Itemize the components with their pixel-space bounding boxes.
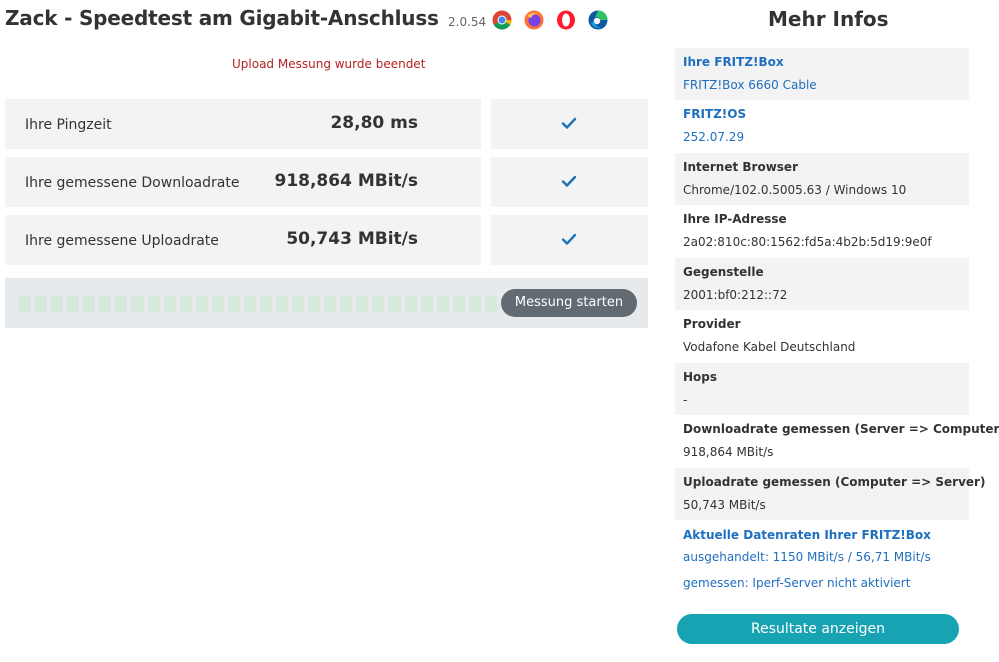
fritzbox-rates-measured[interactable]: gemessen: Iperf-Server nicht aktiviert <box>683 576 910 590</box>
upload-label: Ihre gemessene Uploadrate <box>25 233 219 249</box>
page-title: Zack - Speedtest am Gigabit-Anschluss <box>5 6 439 30</box>
progress-segment <box>115 296 128 312</box>
upload-value: 50,743 MBit/s <box>286 229 418 249</box>
info-title: Mehr Infos <box>768 7 889 31</box>
fritzbox-rates-title[interactable]: Aktuelle Datenraten Ihrer FRITZ!Box <box>683 528 931 542</box>
download-status-cell <box>491 157 648 207</box>
info-value: - <box>683 393 688 407</box>
progress-segment <box>308 296 321 312</box>
info-value: 2a02:810c:80:1562:fd5a:4b2b:5d19:9e0f <box>683 235 932 249</box>
progress-segment <box>404 296 417 312</box>
progress-segment <box>19 296 32 312</box>
info-provider: Provider Vodafone Kabel Deutschland <box>675 310 969 362</box>
upload-status-cell <box>491 215 648 265</box>
checkmark-icon <box>561 117 577 129</box>
firefox-icon[interactable] <box>524 10 544 30</box>
download-value: 918,864 MBit/s <box>274 171 418 191</box>
info-key: Downloadrate gemessen (Server => Compute… <box>683 422 999 436</box>
version-label: 2.0.54 <box>448 15 487 29</box>
progress-segment <box>211 296 224 312</box>
progress-segment <box>51 296 64 312</box>
info-hops: Hops - <box>675 363 969 415</box>
info-fritzos: FRITZ!OS 252.07.29 <box>675 100 969 152</box>
progress-segment <box>163 296 176 312</box>
progress-segment <box>179 296 192 312</box>
ping-row: Ihre Pingzeit 28,80 ms <box>5 99 481 149</box>
progress-segment <box>243 296 256 312</box>
progress-segment <box>195 296 208 312</box>
info-fritzbox: Ihre FRITZ!Box FRITZ!Box 6660 Cable <box>675 48 969 100</box>
info-ip-address: Ihre IP-Adresse 2a02:810c:80:1562:fd5a:4… <box>675 205 969 257</box>
info-key: Internet Browser <box>683 160 798 174</box>
progress-segment <box>67 296 80 312</box>
progress-segment <box>227 296 240 312</box>
opera-icon[interactable] <box>556 10 576 30</box>
ping-label: Ihre Pingzeit <box>25 117 112 133</box>
info-key: Ihre IP-Adresse <box>683 212 787 226</box>
info-download-rate: Downloadrate gemessen (Server => Compute… <box>675 415 999 467</box>
progress-segment <box>99 296 112 312</box>
progress-segment <box>356 296 369 312</box>
progress-segment <box>436 296 449 312</box>
fritzbox-rates-negotiated[interactable]: ausgehandelt: 1150 MBit/s / 56,71 MBit/s <box>683 550 931 564</box>
progress-segment <box>83 296 96 312</box>
info-value: 50,743 MBit/s <box>683 498 766 512</box>
upload-row: Ihre gemessene Uploadrate 50,743 MBit/s <box>5 215 481 265</box>
info-browser: Internet Browser Chrome/102.0.5005.63 / … <box>675 153 969 205</box>
info-value: Chrome/102.0.5005.63 / Windows 10 <box>683 183 907 197</box>
info-value[interactable]: 252.07.29 <box>683 130 744 144</box>
info-remote: Gegenstelle 2001:bf0:212::72 <box>675 258 969 310</box>
progress-bar <box>19 296 497 312</box>
start-measurement-button[interactable]: Messung starten <box>501 289 637 317</box>
progress-segment <box>468 296 481 312</box>
progress-segment <box>324 296 337 312</box>
info-value[interactable]: FRITZ!Box 6660 Cable <box>683 78 817 92</box>
ping-value: 28,80 ms <box>330 113 418 133</box>
progress-segment <box>292 296 305 312</box>
info-key: Gegenstelle <box>683 265 764 279</box>
progress-segment <box>372 296 385 312</box>
info-upload-rate: Uploadrate gemessen (Computer => Server)… <box>675 468 985 520</box>
progress-segment <box>420 296 433 312</box>
progress-segment <box>340 296 353 312</box>
info-value: 2001:bf0:212::72 <box>683 288 788 302</box>
progress-segment <box>452 296 465 312</box>
checkmark-icon <box>561 233 577 245</box>
show-results-button[interactable]: Resultate anzeigen <box>677 614 959 644</box>
progress-segment <box>276 296 289 312</box>
progress-segment <box>388 296 401 312</box>
info-key: Hops <box>683 370 718 384</box>
info-value: 918,864 MBit/s <box>683 445 774 459</box>
progress-segment <box>147 296 160 312</box>
info-key: Provider <box>683 317 741 331</box>
progress-segment <box>35 296 48 312</box>
info-key[interactable]: Ihre FRITZ!Box <box>683 55 784 69</box>
progress-segment <box>259 296 272 312</box>
checkmark-icon <box>561 175 577 187</box>
download-label: Ihre gemessene Downloadrate <box>25 175 240 191</box>
ping-status-cell <box>491 99 648 149</box>
download-row: Ihre gemessene Downloadrate 918,864 MBit… <box>5 157 481 207</box>
info-key: Uploadrate gemessen (Computer => Server) <box>683 475 986 489</box>
chrome-icon[interactable] <box>492 10 512 30</box>
progress-segment <box>484 296 497 312</box>
info-key[interactable]: FRITZ!OS <box>683 107 746 121</box>
info-value: Vodafone Kabel Deutschland <box>683 340 856 354</box>
edge-icon[interactable] <box>588 10 608 30</box>
progress-segment <box>131 296 144 312</box>
status-message: Upload Messung wurde beendet <box>232 57 426 71</box>
